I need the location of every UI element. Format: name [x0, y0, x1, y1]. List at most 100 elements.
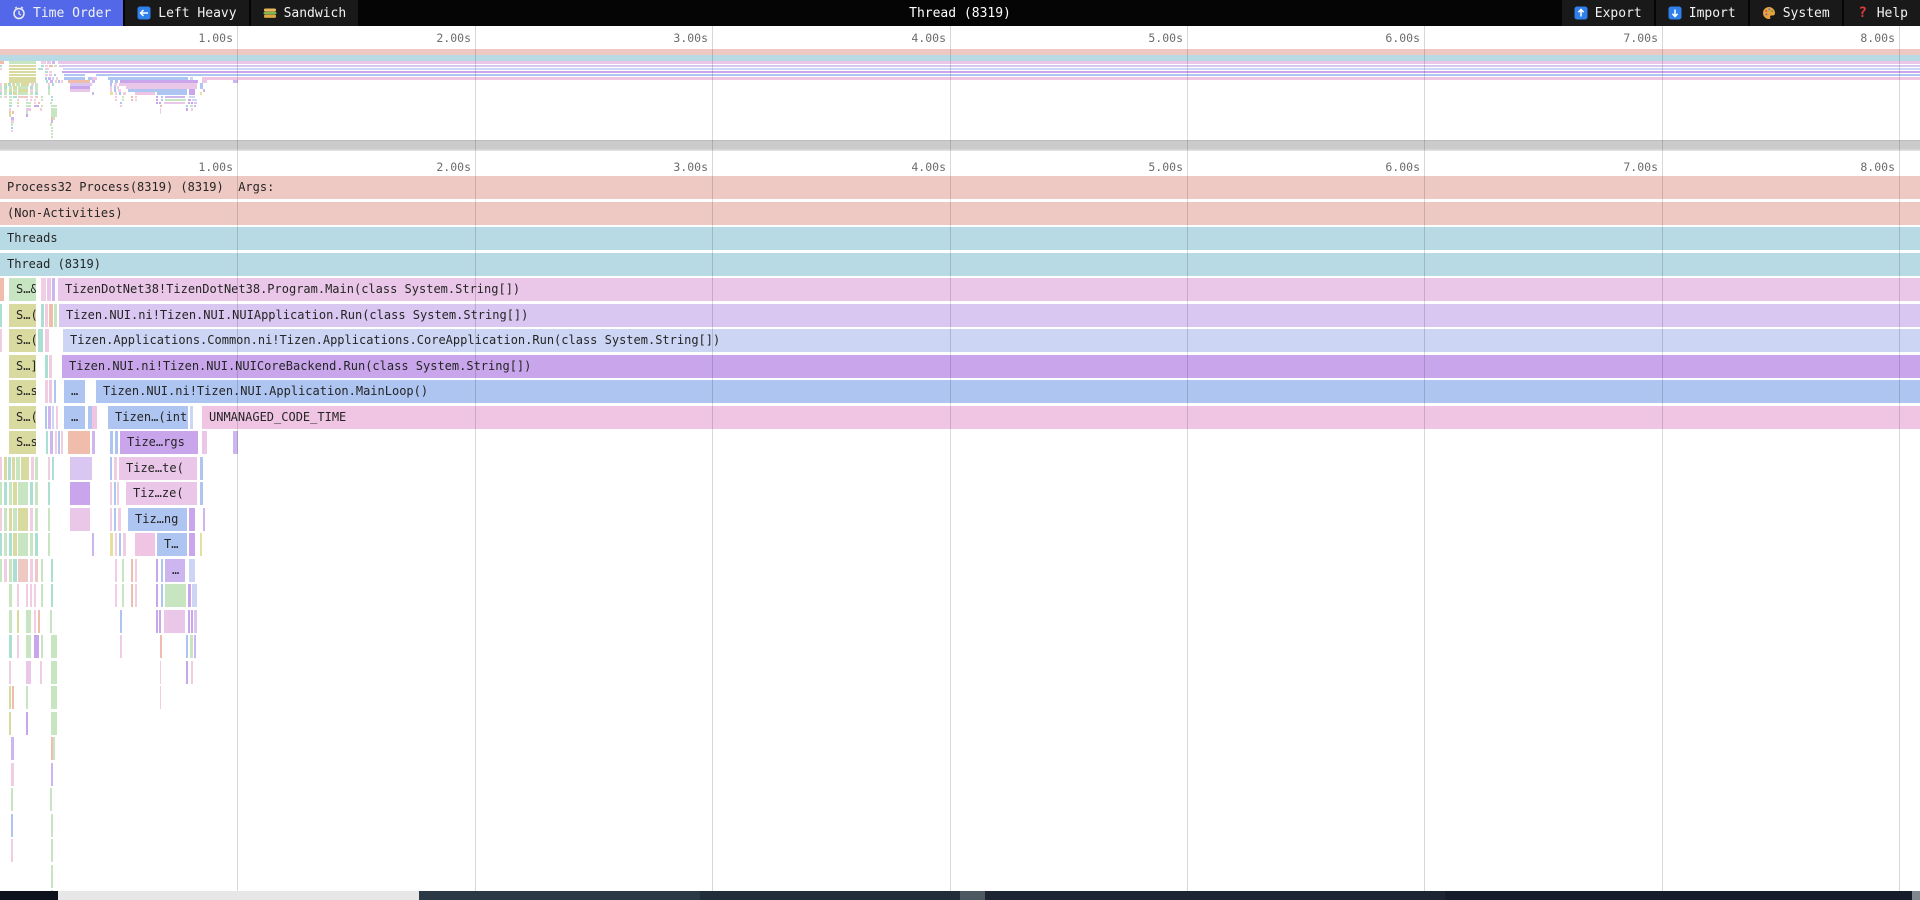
flame-frame[interactable] [48, 508, 50, 531]
flame-frame[interactable] [161, 559, 163, 582]
flame-frame[interactable] [70, 482, 90, 505]
flame-frame[interactable] [41, 559, 43, 582]
flame-frame[interactable]: … [64, 406, 85, 429]
flame-frame[interactable] [131, 584, 133, 607]
flame-frame[interactable] [135, 559, 137, 582]
flame-frame[interactable] [12, 457, 15, 480]
flame-frame[interactable] [114, 508, 116, 531]
flame-frame[interactable] [0, 329, 2, 352]
flame-frame[interactable] [30, 584, 32, 607]
flame-frame[interactable] [13, 508, 17, 531]
flame-frame[interactable] [18, 533, 28, 556]
flame-frame[interactable] [55, 431, 57, 454]
flame-frame[interactable] [54, 304, 57, 327]
flame-frame[interactable] [191, 610, 193, 633]
flame-frame[interactable]: S…& [9, 278, 36, 301]
flame-frame[interactable] [58, 431, 60, 454]
flame-frame[interactable]: … [64, 380, 85, 403]
flame-frame[interactable] [11, 814, 13, 837]
flame-frame[interactable] [0, 278, 4, 301]
flame-frame[interactable] [51, 584, 53, 607]
flame-frame[interactable] [0, 533, 2, 556]
flame-frame[interactable] [35, 457, 38, 480]
flame-frame[interactable] [119, 533, 121, 556]
flame-frame[interactable] [135, 533, 155, 556]
flame-frame[interactable] [156, 559, 158, 582]
flame-frame[interactable] [114, 482, 116, 505]
flame-frame[interactable] [0, 457, 2, 480]
scrollbar-thumb[interactable] [58, 891, 419, 900]
flame-frame[interactable] [122, 584, 124, 607]
flame-frame[interactable] [115, 559, 117, 582]
flame-frame[interactable] [38, 329, 43, 352]
flame-frame[interactable] [35, 482, 38, 505]
flame-frame[interactable] [46, 431, 48, 454]
flame-frame[interactable] [51, 763, 53, 786]
flame-frame[interactable] [115, 584, 117, 607]
flame-frame[interactable] [51, 686, 57, 709]
flame-frame[interactable] [159, 610, 161, 633]
flame-frame[interactable] [8, 457, 11, 480]
flame-frame[interactable] [9, 712, 11, 735]
flame-frame[interactable] [156, 610, 158, 633]
flame-frame[interactable]: Process32 Process(8319) (8319) Args: [0, 176, 1920, 199]
flame-frame[interactable] [9, 584, 12, 607]
flame-frame[interactable] [45, 380, 48, 403]
flame-frame[interactable] [13, 533, 17, 556]
flame-frame[interactable] [34, 584, 36, 607]
flame-frame[interactable] [48, 482, 50, 505]
flame-frame[interactable] [188, 610, 190, 633]
flame-frame[interactable] [202, 431, 207, 454]
flame-frame[interactable] [92, 533, 94, 556]
flame-frame[interactable] [52, 457, 54, 480]
flame-frame[interactable]: S…] [9, 355, 36, 378]
flame-frame[interactable] [70, 457, 92, 480]
flame-frame[interactable] [51, 839, 53, 862]
flame-frame[interactable] [190, 635, 193, 658]
flame-frame[interactable] [92, 431, 95, 454]
flame-frame[interactable] [21, 457, 29, 480]
flame-frame[interactable] [200, 457, 203, 480]
flame-frame[interactable] [34, 610, 36, 633]
flame-frame[interactable] [48, 533, 50, 556]
flame-frame[interactable]: S…( [9, 406, 36, 429]
flame-frame[interactable] [200, 482, 203, 505]
flame-frame[interactable] [51, 635, 57, 658]
flame-frame[interactable] [49, 380, 52, 403]
flame-frame[interactable] [70, 508, 90, 531]
flame-frame[interactable] [52, 278, 55, 301]
flame-frame[interactable] [11, 788, 13, 811]
flame-frame[interactable] [51, 814, 53, 837]
flame-frame[interactable]: T… [157, 533, 187, 556]
flame-frame[interactable] [9, 610, 12, 633]
flame-frame[interactable]: S…s [9, 380, 36, 403]
flame-frame[interactable]: Tiz…ze( [126, 482, 197, 505]
flame-frame[interactable] [45, 304, 48, 327]
flame-frame[interactable] [50, 431, 53, 454]
system-theme-button[interactable]: System [1750, 0, 1842, 26]
flame-frame[interactable]: Tizen.NUI.ni!Tizen.NUI.Application.MainL… [96, 380, 1920, 403]
flame-frame[interactable] [120, 610, 122, 633]
flame-frame[interactable] [120, 635, 122, 658]
flame-frame[interactable] [61, 431, 63, 454]
flame-frame[interactable] [26, 584, 28, 607]
flame-frame[interactable] [117, 482, 119, 505]
flame-frame[interactable] [48, 406, 51, 429]
flame-frame[interactable] [26, 712, 28, 735]
flame-frame[interactable] [194, 635, 196, 658]
flame-frame[interactable] [200, 533, 202, 556]
flame-frame[interactable] [50, 788, 52, 811]
flame-frame[interactable] [110, 508, 112, 531]
flame-frame[interactable] [41, 635, 43, 658]
flame-frame[interactable] [30, 482, 33, 505]
flame-frame[interactable] [51, 559, 53, 582]
flame-frame[interactable] [30, 559, 33, 582]
flame-frame[interactable] [191, 661, 193, 684]
horizontal-scrollbar[interactable] [0, 891, 1920, 900]
flame-frame[interactable] [35, 559, 38, 582]
flame-frame[interactable] [4, 457, 7, 480]
flame-frame[interactable] [9, 661, 11, 684]
flame-frame[interactable] [156, 584, 158, 607]
flame-frame[interactable]: Tiz…ng [128, 508, 187, 531]
flame-frame[interactable] [189, 559, 195, 582]
